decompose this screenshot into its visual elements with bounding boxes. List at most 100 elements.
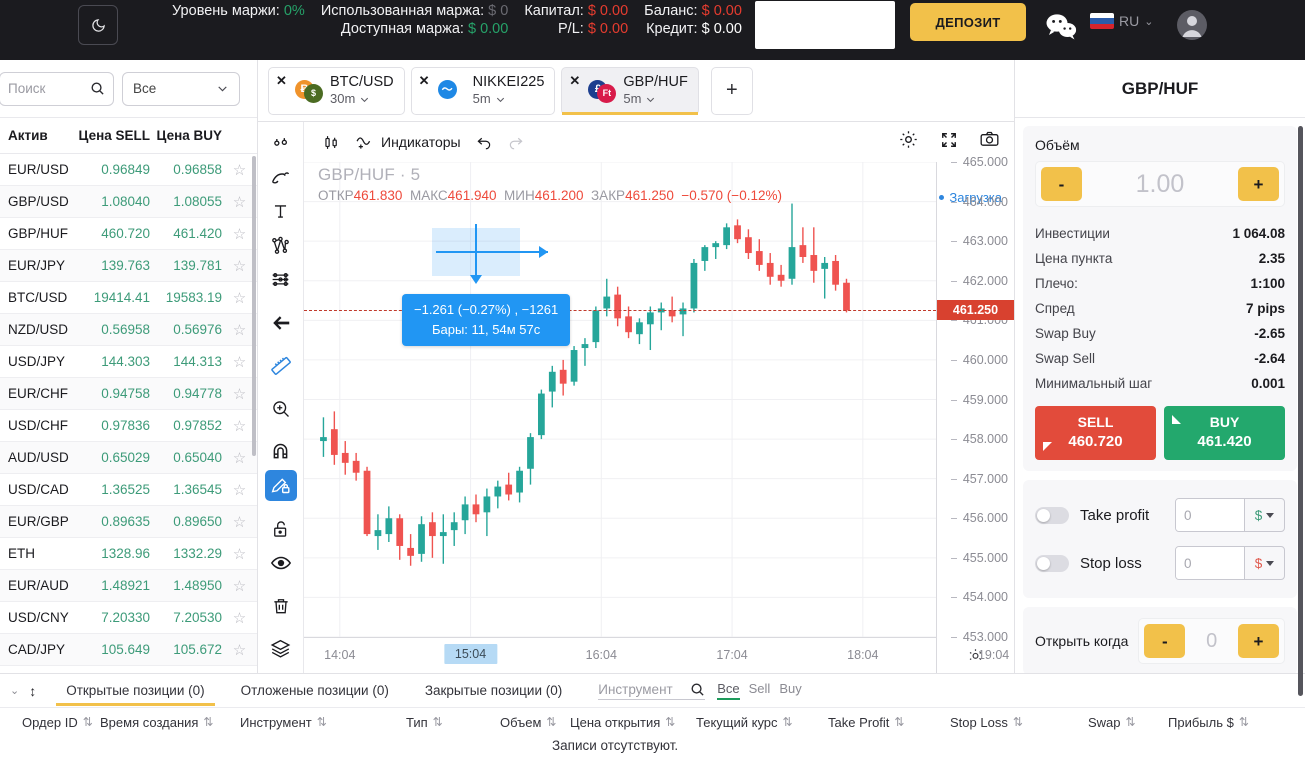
favorite-star-icon[interactable]: ☆ xyxy=(233,258,246,275)
tab-pending-positions[interactable]: Отложеные позиции (0) xyxy=(223,676,407,706)
take-profit-currency-select[interactable]: $ xyxy=(1244,499,1284,532)
pitchfork-icon[interactable] xyxy=(265,230,297,261)
search-input[interactable] xyxy=(8,81,90,96)
time-axis[interactable]: 14:0415:0416:0417:0418:0419:0420:00 xyxy=(304,637,1140,673)
stop-loss-currency-select[interactable]: $ xyxy=(1244,547,1284,580)
theme-toggle-button[interactable] xyxy=(78,5,118,45)
table-row[interactable]: AUD/USD 0.65029 0.65040 ☆ xyxy=(0,442,257,474)
sort-arrows-icon[interactable]: ⇅ xyxy=(1239,715,1249,729)
column-header[interactable]: Объем ⇅ xyxy=(500,715,556,730)
buy-button[interactable]: BUY 461.420 xyxy=(1164,406,1285,461)
layers-icon[interactable] xyxy=(265,633,297,664)
table-row[interactable]: CAD/JPY 105.649 105.672 ☆ xyxy=(0,634,257,666)
ruler-icon[interactable] xyxy=(265,350,297,381)
chevron-down-icon[interactable] xyxy=(359,94,370,105)
column-header[interactable]: Текущий курс ⇅ xyxy=(696,715,793,730)
favorite-star-icon[interactable]: ☆ xyxy=(233,162,246,179)
sort-arrows-icon[interactable]: ⇅ xyxy=(665,715,675,729)
unlock-icon[interactable] xyxy=(265,513,297,544)
table-row[interactable]: ETH 1328.96 1332.29 ☆ xyxy=(0,538,257,570)
gear-icon[interactable] xyxy=(898,129,919,155)
sort-arrows-icon[interactable]: ⇅ xyxy=(1013,715,1023,729)
sell-button[interactable]: SELL 460.720 xyxy=(1035,406,1156,461)
candlestick-area[interactable]: −1.261 (−0.27%) , −1261 Бары: 11, 54м 57с xyxy=(304,162,936,637)
column-header[interactable]: Прибыль $ ⇅ xyxy=(1168,715,1249,730)
gann-box-icon[interactable] xyxy=(265,264,297,295)
table-row[interactable]: GBP/USD 1.08040 1.08055 ☆ xyxy=(0,186,257,218)
sort-arrows-icon[interactable]: ⇅ xyxy=(83,715,93,729)
favorite-star-icon[interactable]: ☆ xyxy=(233,194,246,211)
price-axis[interactable]: 465.000464.000463.000462.000461.000460.0… xyxy=(936,155,1014,644)
sort-updown-icon[interactable]: ↕ xyxy=(23,683,48,699)
column-header[interactable]: Stop Loss ⇅ xyxy=(950,715,1023,730)
column-header[interactable]: Ордер ID ⇅ xyxy=(22,715,93,730)
trash-icon[interactable] xyxy=(265,590,297,621)
sort-arrows-icon[interactable]: ⇅ xyxy=(783,715,793,729)
fullscreen-icon[interactable] xyxy=(939,130,959,155)
measurement-selection[interactable] xyxy=(432,224,548,284)
order-panel-scrollbar[interactable] xyxy=(1298,126,1303,696)
watchlist-search-box[interactable] xyxy=(0,71,114,106)
favorite-star-icon[interactable]: ☆ xyxy=(233,354,246,371)
deposit-button[interactable]: ДЕПОЗИТ xyxy=(910,3,1026,41)
magnet-icon[interactable] xyxy=(265,436,297,467)
favorite-star-icon[interactable]: ☆ xyxy=(233,610,246,627)
volume-stepper[interactable]: - 1.00 + xyxy=(1035,161,1285,207)
brush-icon[interactable] xyxy=(265,162,297,193)
cursor-icon[interactable] xyxy=(265,128,297,159)
open-when-value[interactable]: 0 xyxy=(1185,630,1238,653)
positions-instrument-search[interactable] xyxy=(598,681,706,700)
close-icon[interactable]: ✕ xyxy=(419,74,430,87)
chart-tab-nikkei225[interactable]: ✕ 〜 NIKKEI225 5m xyxy=(410,66,556,115)
favorite-star-icon[interactable]: ☆ xyxy=(233,322,246,339)
table-row[interactable]: USD/CAD 1.36525 1.36545 ☆ xyxy=(0,474,257,506)
table-row[interactable]: EUR/AUD 1.48921 1.48950 ☆ xyxy=(0,570,257,602)
table-row[interactable]: NZD/USD 0.56958 0.56976 ☆ xyxy=(0,314,257,346)
table-row[interactable]: USD/CNY 7.20330 7.20530 ☆ xyxy=(0,602,257,634)
open-when-decrease-button[interactable]: - xyxy=(1144,624,1186,659)
open-when-increase-button[interactable]: + xyxy=(1238,624,1279,659)
close-icon[interactable]: ✕ xyxy=(276,74,287,87)
favorite-star-icon[interactable]: ☆ xyxy=(233,546,246,563)
table-row[interactable]: EUR/CHF 0.94758 0.94778 ☆ xyxy=(0,378,257,410)
favorite-star-icon[interactable]: ☆ xyxy=(233,418,246,435)
add-chart-tab-button[interactable]: + xyxy=(710,66,753,115)
column-header[interactable]: Цена открытия ⇅ xyxy=(570,715,675,730)
tab-closed-positions[interactable]: Закрытые позиции (0) xyxy=(407,676,580,706)
chart-tab-btc-usd[interactable]: ✕ Ƀ$ BTC/USD30m xyxy=(268,66,405,115)
undo-icon[interactable] xyxy=(475,133,493,151)
filter-buy[interactable]: Buy xyxy=(779,681,801,700)
watchlist-rows[interactable]: EUR/USD 0.96849 0.96858 ☆ GBP/USD 1.08040 1.08… xyxy=(0,154,257,673)
sort-arrows-icon[interactable]: ⇅ xyxy=(1126,715,1136,729)
volume-increase-button[interactable]: + xyxy=(1238,167,1279,201)
take-profit-input-group[interactable]: $ xyxy=(1175,498,1285,533)
camera-icon[interactable] xyxy=(979,129,1000,155)
favorite-star-icon[interactable]: ☆ xyxy=(233,642,246,659)
favorite-star-icon[interactable]: ☆ xyxy=(233,482,246,499)
table-row[interactable]: EUR/USD 0.96849 0.96858 ☆ xyxy=(0,154,257,186)
take-profit-input[interactable] xyxy=(1176,499,1244,532)
stop-loss-input[interactable] xyxy=(1176,547,1244,580)
chevron-down-icon[interactable]: ⌄ xyxy=(6,684,23,697)
chart-tab-gbp-huf[interactable]: ✕ £Ft GBP/HUF5m xyxy=(561,66,699,115)
favorite-star-icon[interactable]: ☆ xyxy=(233,578,246,595)
chevron-down-icon[interactable] xyxy=(645,94,656,105)
open-when-stepper[interactable]: - 0 + xyxy=(1138,618,1285,665)
chart-tabstrip[interactable]: ✕Ƀ$BTC/USD30m✕〜NIKKEI2255m✕£FtGBP/HUF5m+ xyxy=(258,60,1014,122)
watchlist-filter-select[interactable]: Все xyxy=(122,71,240,106)
redo-icon[interactable] xyxy=(507,133,525,151)
table-row[interactable]: BTC/USD 19414.41 19583.19 ☆ xyxy=(0,282,257,314)
table-row[interactable]: EUR/JPY 139.763 139.781 ☆ xyxy=(0,250,257,282)
sort-arrows-icon[interactable]: ⇅ xyxy=(433,715,443,729)
wechat-icon[interactable] xyxy=(1045,12,1079,42)
column-header[interactable]: Swap ⇅ xyxy=(1088,715,1136,730)
language-selector[interactable]: RU ⌄ xyxy=(1090,13,1153,29)
favorite-star-icon[interactable]: ☆ xyxy=(233,226,246,243)
column-header[interactable]: Время создания ⇅ xyxy=(100,715,213,730)
stop-loss-toggle[interactable] xyxy=(1035,554,1069,572)
volume-value[interactable]: 1.00 xyxy=(1082,170,1238,199)
favorite-star-icon[interactable]: ☆ xyxy=(233,450,246,467)
close-icon[interactable]: ✕ xyxy=(569,74,580,87)
filter-sell[interactable]: Sell xyxy=(749,681,771,700)
table-row[interactable]: EUR/GBP 0.89635 0.89650 ☆ xyxy=(0,506,257,538)
